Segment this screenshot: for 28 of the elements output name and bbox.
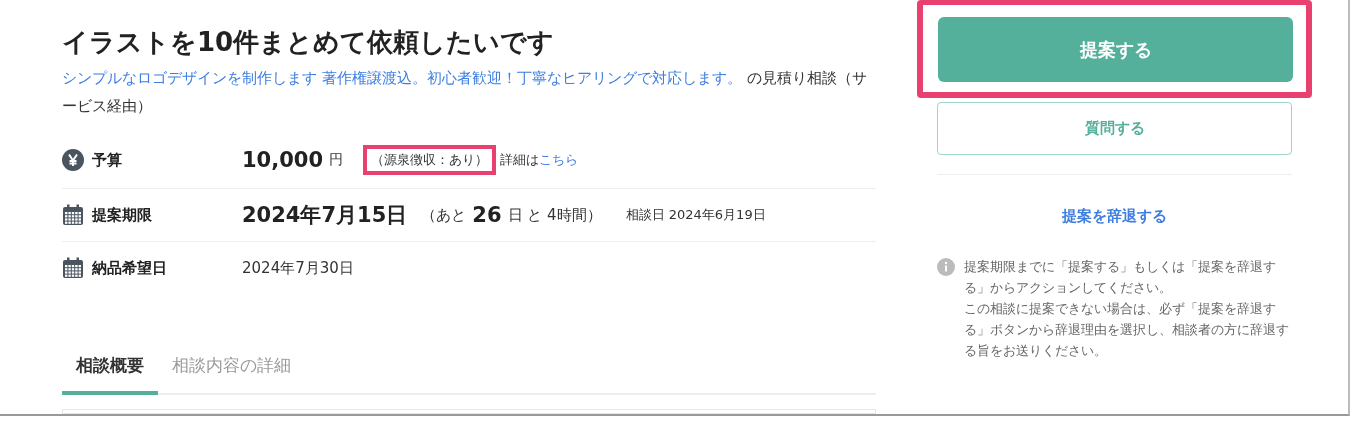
detail-label: 提案期限 (92, 205, 152, 225)
propose-button[interactable]: 提案する (938, 17, 1293, 82)
tab[interactable]: 相談内容の詳細 (158, 354, 305, 395)
remaining-days: 26 (472, 203, 502, 227)
info-icon (937, 258, 955, 276)
ask-button[interactable]: 質問する (937, 102, 1292, 155)
calendar-icon (62, 204, 84, 226)
delivery-date: 2024年7月30日 (242, 258, 354, 278)
calendar-icon (62, 257, 84, 279)
page-title: イラストを10件まとめて依頼したいです (62, 26, 556, 59)
withholding-note: （源泉徴収：あり） (363, 145, 497, 175)
deadline-date: 2024年7月15日 (242, 202, 408, 229)
detail-label: 納品希望日 (92, 258, 167, 278)
budget-amount: 10,000 (242, 148, 324, 172)
currency-unit: 円 (329, 151, 344, 169)
request-summary: シンプルなロゴデザインを制作します 著作権譲渡込。初心者歓迎！丁寧なヒアリングで対応します。 の見積り相談（サービス経由） (62, 68, 868, 117)
service-link[interactable]: シンプルなロゴデザインを制作します 著作権譲渡込。初心者歓迎！丁寧なヒアリングで対応します。 (62, 69, 742, 87)
details-link[interactable]: こちら (539, 151, 579, 169)
notice-text: 提案期限までに「提案する」もしくは「提案を辞退する」からアクションしてください。 (964, 258, 1277, 297)
detail-prefix: 詳細は (500, 151, 540, 169)
tab[interactable]: 相談概要 (62, 354, 158, 395)
yen-icon (62, 149, 84, 171)
consulted-date: 相談日 2024年6月19日 (625, 206, 766, 224)
remaining-prefix: （あと (421, 205, 467, 225)
detail-label: 予算 (92, 150, 122, 170)
decline-link[interactable]: 提案を辞退する (1062, 207, 1167, 226)
remaining-suffix: 日 と 4時間） (507, 205, 602, 225)
notice-text: この相談に提案できない場合は、必ず「提案を辞退する」ボタンから辞退理由を選択し、相談者の方に辞退する旨をお送りください。 (964, 300, 1290, 360)
